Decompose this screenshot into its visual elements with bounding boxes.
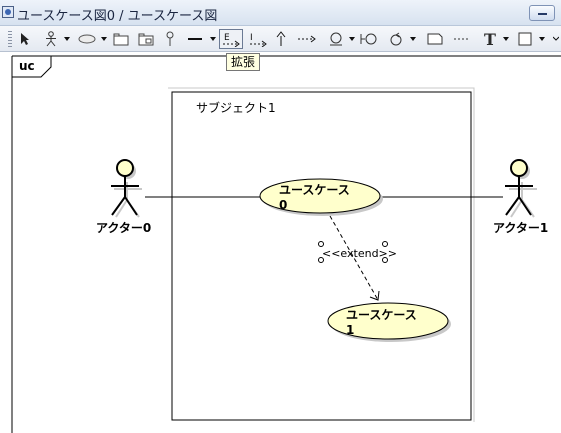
- dropdown-arrow-icon: [64, 37, 70, 41]
- control-icon: [360, 33, 377, 45]
- chevron-down-icon: [553, 36, 559, 41]
- association-tool-button[interactable]: [188, 29, 202, 49]
- control-boundary-tool-button[interactable]: [360, 29, 380, 49]
- usecase-dropdown[interactable]: [100, 29, 108, 49]
- diagram-canvas[interactable]: [10, 53, 561, 433]
- include-tool-button[interactable]: I: [247, 29, 269, 49]
- actor-0-name[interactable]: アクター0: [96, 219, 151, 236]
- text-dropdown[interactable]: [502, 29, 510, 49]
- control-circle-icon: [390, 32, 402, 46]
- diagram-window-icon: [2, 6, 14, 18]
- selection-handle[interactable]: [318, 241, 324, 247]
- subject-name[interactable]: サブジェクト1: [196, 99, 276, 116]
- include-icon: I: [250, 33, 267, 47]
- association-dropdown[interactable]: [209, 29, 217, 49]
- usecase-0-number: 0: [279, 198, 288, 212]
- folder-icon: [113, 33, 129, 45]
- usecase-1-name: ユースケース: [346, 308, 417, 322]
- dropdown-arrow-icon: [101, 37, 107, 41]
- boundary-tool-button[interactable]: [328, 29, 344, 49]
- actor-1-figure[interactable]: [505, 159, 537, 218]
- actor-head: [116, 159, 134, 177]
- rectangle-tool-button[interactable]: [517, 29, 533, 49]
- selection-handle[interactable]: [382, 241, 388, 247]
- toolbar-overflow-chevron[interactable]: [552, 29, 560, 49]
- svg-text:I: I: [250, 33, 253, 43]
- arrow-pointer-icon: [21, 33, 29, 45]
- package-tool-button[interactable]: [112, 29, 130, 49]
- dropdown-arrow-icon: [410, 37, 416, 41]
- actor-dropdown[interactable]: [63, 29, 71, 49]
- subsystem-tool-button[interactable]: [137, 29, 155, 49]
- generalization-arrow-icon: [276, 31, 286, 46]
- control-dropdown[interactable]: [409, 29, 417, 49]
- boundary-dropdown[interactable]: [348, 29, 356, 49]
- usecase-tool-button[interactable]: [77, 29, 97, 49]
- lollipop-icon: [166, 31, 174, 46]
- usecase-0-name: ユースケース: [279, 183, 350, 197]
- rectangle-dropdown[interactable]: [538, 29, 546, 49]
- actor-0-figure[interactable]: [111, 159, 142, 218]
- rectangle-icon: [518, 32, 532, 46]
- dependency-tool-button[interactable]: [297, 29, 317, 49]
- subsystem-folder-icon: [138, 33, 154, 45]
- dropdown-arrow-icon: [349, 37, 355, 41]
- toolbar-grip[interactable]: [8, 31, 12, 47]
- stick-figure-icon: [46, 31, 56, 47]
- usecase-1-number: 1: [346, 323, 355, 337]
- select-pointer-button[interactable]: [18, 29, 32, 49]
- actor-1-name[interactable]: アクター1: [493, 219, 548, 236]
- note-tool-button[interactable]: [426, 29, 444, 49]
- window-titlebar: ユースケース図0 / ユースケース図: [0, 0, 561, 26]
- ellipse-icon: [78, 34, 96, 44]
- extend-stereotype[interactable]: <<extend>>: [322, 247, 397, 260]
- actor-head: [510, 159, 528, 177]
- dropdown-arrow-icon: [210, 37, 216, 41]
- generalization-tool-button[interactable]: [274, 29, 288, 49]
- frame-label: uc: [19, 59, 35, 73]
- usecase-0-label[interactable]: ユースケース 0: [279, 183, 350, 213]
- dashed-arrow-icon: [298, 35, 316, 43]
- line-icon: [188, 38, 202, 40]
- note-icon: [427, 33, 443, 45]
- usecase-1-label[interactable]: ユースケース 1: [346, 308, 417, 338]
- window-title: ユースケース図0 / ユースケース図: [17, 9, 218, 24]
- extend-tool-button[interactable]: E: [219, 29, 243, 49]
- minimize-button[interactable]: [529, 5, 555, 21]
- dropdown-arrow-icon: [539, 37, 545, 41]
- text-tool-button[interactable]: T: [482, 29, 498, 49]
- actor-tool-button[interactable]: [43, 29, 59, 49]
- note-anchor-tool-button[interactable]: [453, 29, 469, 49]
- boundary-icon: [330, 32, 342, 46]
- svg-text:E: E: [224, 33, 230, 43]
- extend-icon: E: [223, 33, 240, 47]
- dotted-line-icon: [454, 38, 468, 40]
- diagram-toolbar: E I T: [0, 26, 561, 52]
- dropdown-arrow-icon: [503, 37, 509, 41]
- toolbar-tooltip: 拡張: [226, 53, 261, 71]
- control-tool-button[interactable]: [388, 29, 404, 49]
- interface-tool-button[interactable]: [164, 29, 176, 49]
